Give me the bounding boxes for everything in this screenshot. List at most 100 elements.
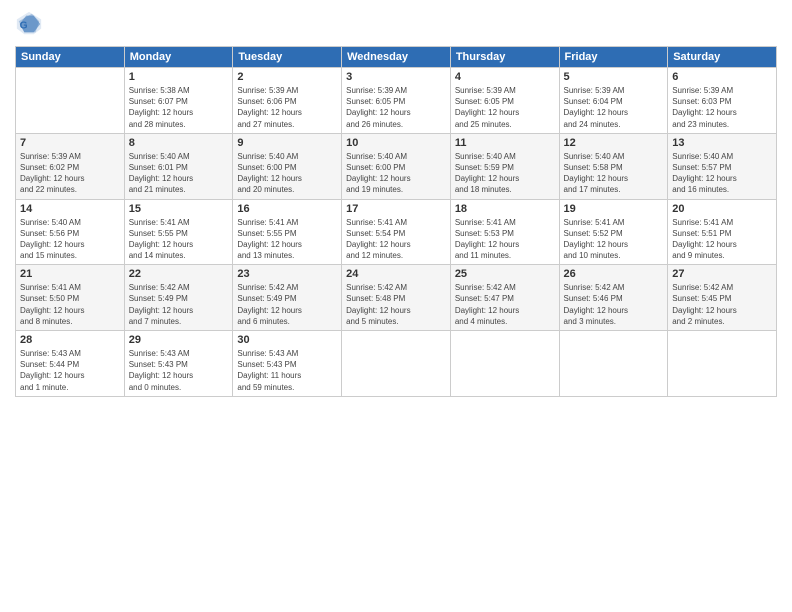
day-info: Sunrise: 5:40 AM Sunset: 5:59 PM Dayligh…	[455, 151, 555, 196]
calendar-cell: 13 Sunrise: 5:40 AM Sunset: 5:57 PM Dayli…	[668, 133, 777, 199]
day-number: 11	[455, 137, 555, 149]
page: G SundayMondayTuesdayWednesdayThursdayFr…	[0, 0, 792, 612]
day-info: Sunrise: 5:41 AM Sunset: 5:50 PM Dayligh…	[20, 282, 120, 327]
day-info: Sunrise: 5:40 AM Sunset: 6:01 PM Dayligh…	[129, 151, 229, 196]
week-row-3: 14 Sunrise: 5:40 AM Sunset: 5:56 PM Dayli…	[16, 199, 777, 265]
day-number: 5	[564, 71, 664, 83]
day-info: Sunrise: 5:41 AM Sunset: 5:54 PM Dayligh…	[346, 217, 446, 262]
day-number: 15	[129, 203, 229, 215]
weekday-header-tuesday: Tuesday	[233, 47, 342, 68]
day-number: 9	[237, 137, 337, 149]
day-info: Sunrise: 5:39 AM Sunset: 6:04 PM Dayligh…	[564, 85, 664, 130]
week-row-5: 28Sunrise: 5:43 AM Sunset: 5:44 PM Dayli…	[16, 331, 777, 397]
calendar-cell: 6 Sunrise: 5:39 AM Sunset: 6:03 PM Daylig…	[668, 68, 777, 134]
calendar-cell: 26 Sunrise: 5:42 AM Sunset: 5:46 PM Dayli…	[559, 265, 668, 331]
header: G	[15, 10, 777, 38]
day-info: Sunrise: 5:40 AM Sunset: 5:57 PM Dayligh…	[672, 151, 772, 196]
day-number: 20	[672, 203, 772, 215]
week-row-2: 7Sunrise: 5:39 AM Sunset: 6:02 PM Daylig…	[16, 133, 777, 199]
calendar-cell	[668, 331, 777, 397]
calendar-cell: 23Sunrise: 5:42 AM Sunset: 5:49 PM Dayli…	[233, 265, 342, 331]
calendar-cell: 15 Sunrise: 5:41 AM Sunset: 5:55 PM Dayli…	[124, 199, 233, 265]
calendar-cell: 28Sunrise: 5:43 AM Sunset: 5:44 PM Dayli…	[16, 331, 125, 397]
calendar-cell: 4Sunrise: 5:39 AM Sunset: 6:05 PM Daylig…	[450, 68, 559, 134]
day-number: 7	[20, 137, 120, 149]
weekday-header-friday: Friday	[559, 47, 668, 68]
day-number: 1	[129, 71, 229, 83]
day-info: Sunrise: 5:41 AM Sunset: 5:55 PM Dayligh…	[237, 217, 337, 262]
weekday-header-thursday: Thursday	[450, 47, 559, 68]
calendar-cell	[559, 331, 668, 397]
day-info: Sunrise: 5:40 AM Sunset: 5:58 PM Dayligh…	[564, 151, 664, 196]
day-info: Sunrise: 5:42 AM Sunset: 5:45 PM Dayligh…	[672, 282, 772, 327]
day-info: Sunrise: 5:40 AM Sunset: 6:00 PM Dayligh…	[346, 151, 446, 196]
weekday-header-sunday: Sunday	[16, 47, 125, 68]
weekday-header-wednesday: Wednesday	[342, 47, 451, 68]
day-number: 17	[346, 203, 446, 215]
day-number: 27	[672, 268, 772, 280]
day-info: Sunrise: 5:38 AM Sunset: 6:07 PM Dayligh…	[129, 85, 229, 130]
day-number: 6	[672, 71, 772, 83]
calendar-cell: 22Sunrise: 5:42 AM Sunset: 5:49 PM Dayli…	[124, 265, 233, 331]
calendar-cell: 9 Sunrise: 5:40 AM Sunset: 6:00 PM Daylig…	[233, 133, 342, 199]
day-info: Sunrise: 5:41 AM Sunset: 5:52 PM Dayligh…	[564, 217, 664, 262]
weekday-header-row: SundayMondayTuesdayWednesdayThursdayFrid…	[16, 47, 777, 68]
calendar-cell: 19 Sunrise: 5:41 AM Sunset: 5:52 PM Dayli…	[559, 199, 668, 265]
calendar-cell: 1 Sunrise: 5:38 AM Sunset: 6:07 PM Daylig…	[124, 68, 233, 134]
day-number: 3	[346, 71, 446, 83]
calendar-cell: 8 Sunrise: 5:40 AM Sunset: 6:01 PM Daylig…	[124, 133, 233, 199]
week-row-1: 1 Sunrise: 5:38 AM Sunset: 6:07 PM Daylig…	[16, 68, 777, 134]
day-number: 28	[20, 334, 120, 346]
day-number: 16	[237, 203, 337, 215]
day-number: 14	[20, 203, 120, 215]
day-number: 30	[237, 334, 337, 346]
calendar-cell: 10 Sunrise: 5:40 AM Sunset: 6:00 PM Dayli…	[342, 133, 451, 199]
day-number: 13	[672, 137, 772, 149]
day-info: Sunrise: 5:41 AM Sunset: 5:51 PM Dayligh…	[672, 217, 772, 262]
day-number: 22	[129, 268, 229, 280]
calendar-cell: 20 Sunrise: 5:41 AM Sunset: 5:51 PM Dayli…	[668, 199, 777, 265]
day-number: 12	[564, 137, 664, 149]
calendar-cell: 2 Sunrise: 5:39 AM Sunset: 6:06 PM Daylig…	[233, 68, 342, 134]
calendar-cell: 16 Sunrise: 5:41 AM Sunset: 5:55 PM Dayli…	[233, 199, 342, 265]
calendar-cell: 21Sunrise: 5:41 AM Sunset: 5:50 PM Dayli…	[16, 265, 125, 331]
day-info: Sunrise: 5:39 AM Sunset: 6:05 PM Dayligh…	[455, 85, 555, 130]
calendar-table: SundayMondayTuesdayWednesdayThursdayFrid…	[15, 46, 777, 397]
day-number: 10	[346, 137, 446, 149]
day-info: Sunrise: 5:42 AM Sunset: 5:48 PM Dayligh…	[346, 282, 446, 327]
calendar-cell: 5 Sunrise: 5:39 AM Sunset: 6:04 PM Daylig…	[559, 68, 668, 134]
calendar-cell: 11 Sunrise: 5:40 AM Sunset: 5:59 PM Dayli…	[450, 133, 559, 199]
day-info: Sunrise: 5:42 AM Sunset: 5:47 PM Dayligh…	[455, 282, 555, 327]
calendar-cell: 3 Sunrise: 5:39 AM Sunset: 6:05 PM Daylig…	[342, 68, 451, 134]
day-number: 8	[129, 137, 229, 149]
day-number: 19	[564, 203, 664, 215]
logo-icon: G	[15, 10, 43, 38]
day-info: Sunrise: 5:40 AM Sunset: 5:56 PM Dayligh…	[20, 217, 120, 262]
calendar-cell: 25 Sunrise: 5:42 AM Sunset: 5:47 PM Dayli…	[450, 265, 559, 331]
day-info: Sunrise: 5:42 AM Sunset: 5:49 PM Dayligh…	[237, 282, 337, 327]
day-info: Sunrise: 5:43 AM Sunset: 5:43 PM Dayligh…	[237, 348, 337, 393]
day-info: Sunrise: 5:39 AM Sunset: 6:06 PM Dayligh…	[237, 85, 337, 130]
weekday-header-saturday: Saturday	[668, 47, 777, 68]
day-number: 24	[346, 268, 446, 280]
logo: G	[15, 10, 47, 38]
calendar-cell: 18Sunrise: 5:41 AM Sunset: 5:53 PM Dayli…	[450, 199, 559, 265]
calendar-cell: 29Sunrise: 5:43 AM Sunset: 5:43 PM Dayli…	[124, 331, 233, 397]
calendar-cell	[450, 331, 559, 397]
day-info: Sunrise: 5:39 AM Sunset: 6:05 PM Dayligh…	[346, 85, 446, 130]
svg-text:G: G	[20, 21, 28, 32]
day-info: Sunrise: 5:41 AM Sunset: 5:55 PM Dayligh…	[129, 217, 229, 262]
calendar-cell: 27 Sunrise: 5:42 AM Sunset: 5:45 PM Dayli…	[668, 265, 777, 331]
week-row-4: 21Sunrise: 5:41 AM Sunset: 5:50 PM Dayli…	[16, 265, 777, 331]
calendar-cell	[16, 68, 125, 134]
weekday-header-monday: Monday	[124, 47, 233, 68]
day-info: Sunrise: 5:40 AM Sunset: 6:00 PM Dayligh…	[237, 151, 337, 196]
day-number: 25	[455, 268, 555, 280]
day-number: 2	[237, 71, 337, 83]
day-number: 26	[564, 268, 664, 280]
day-info: Sunrise: 5:42 AM Sunset: 5:46 PM Dayligh…	[564, 282, 664, 327]
calendar-cell	[342, 331, 451, 397]
day-info: Sunrise: 5:39 AM Sunset: 6:03 PM Dayligh…	[672, 85, 772, 130]
calendar-cell: 24 Sunrise: 5:42 AM Sunset: 5:48 PM Dayli…	[342, 265, 451, 331]
calendar-cell: 7Sunrise: 5:39 AM Sunset: 6:02 PM Daylig…	[16, 133, 125, 199]
